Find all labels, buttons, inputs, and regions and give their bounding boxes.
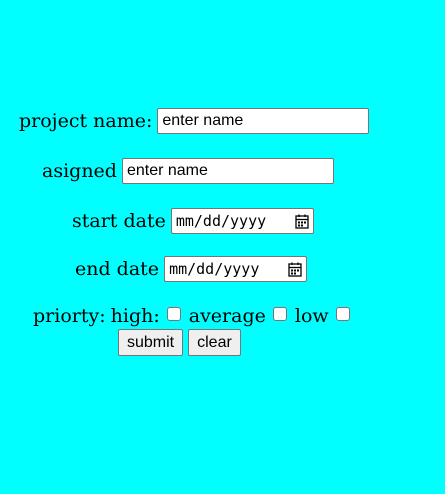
priority-high-label: high: — [110, 305, 160, 327]
calendar-icon[interactable] — [295, 214, 309, 229]
priority-average-label: average — [188, 305, 266, 327]
assigned-label: asigned — [42, 160, 117, 182]
end-date-label: end date — [75, 258, 160, 280]
button-row: submit clear — [118, 329, 241, 356]
project-name-input[interactable] — [157, 108, 370, 134]
priority-label: priorty: — [33, 305, 106, 327]
end-date-input[interactable]: mm/dd/yyyy — [164, 256, 308, 282]
end-date-placeholder: mm/dd/yyyy — [169, 260, 260, 278]
project-name-row: project name: — [19, 108, 370, 134]
assigned-input[interactable] — [121, 158, 334, 184]
start-date-label: start date — [72, 210, 166, 232]
project-name-label: project name: — [19, 110, 153, 132]
clear-button[interactable]: clear — [188, 329, 241, 356]
start-date-placeholder: mm/dd/yyyy — [175, 212, 267, 230]
priority-high-checkbox[interactable] — [166, 307, 181, 321]
assigned-row: asigned — [42, 158, 334, 184]
start-date-row: start date mm/dd/yyyy — [72, 208, 314, 234]
calendar-icon[interactable] — [288, 262, 302, 277]
priority-low-label: low — [294, 305, 329, 327]
priority-low-checkbox[interactable] — [335, 307, 350, 321]
end-date-row: end date mm/dd/yyyy — [75, 256, 308, 282]
priority-average-checkbox[interactable] — [272, 307, 287, 321]
start-date-input[interactable]: mm/dd/yyyy — [170, 208, 314, 234]
priority-row: priorty: high: average low — [33, 305, 358, 327]
submit-button[interactable]: submit — [118, 329, 184, 356]
